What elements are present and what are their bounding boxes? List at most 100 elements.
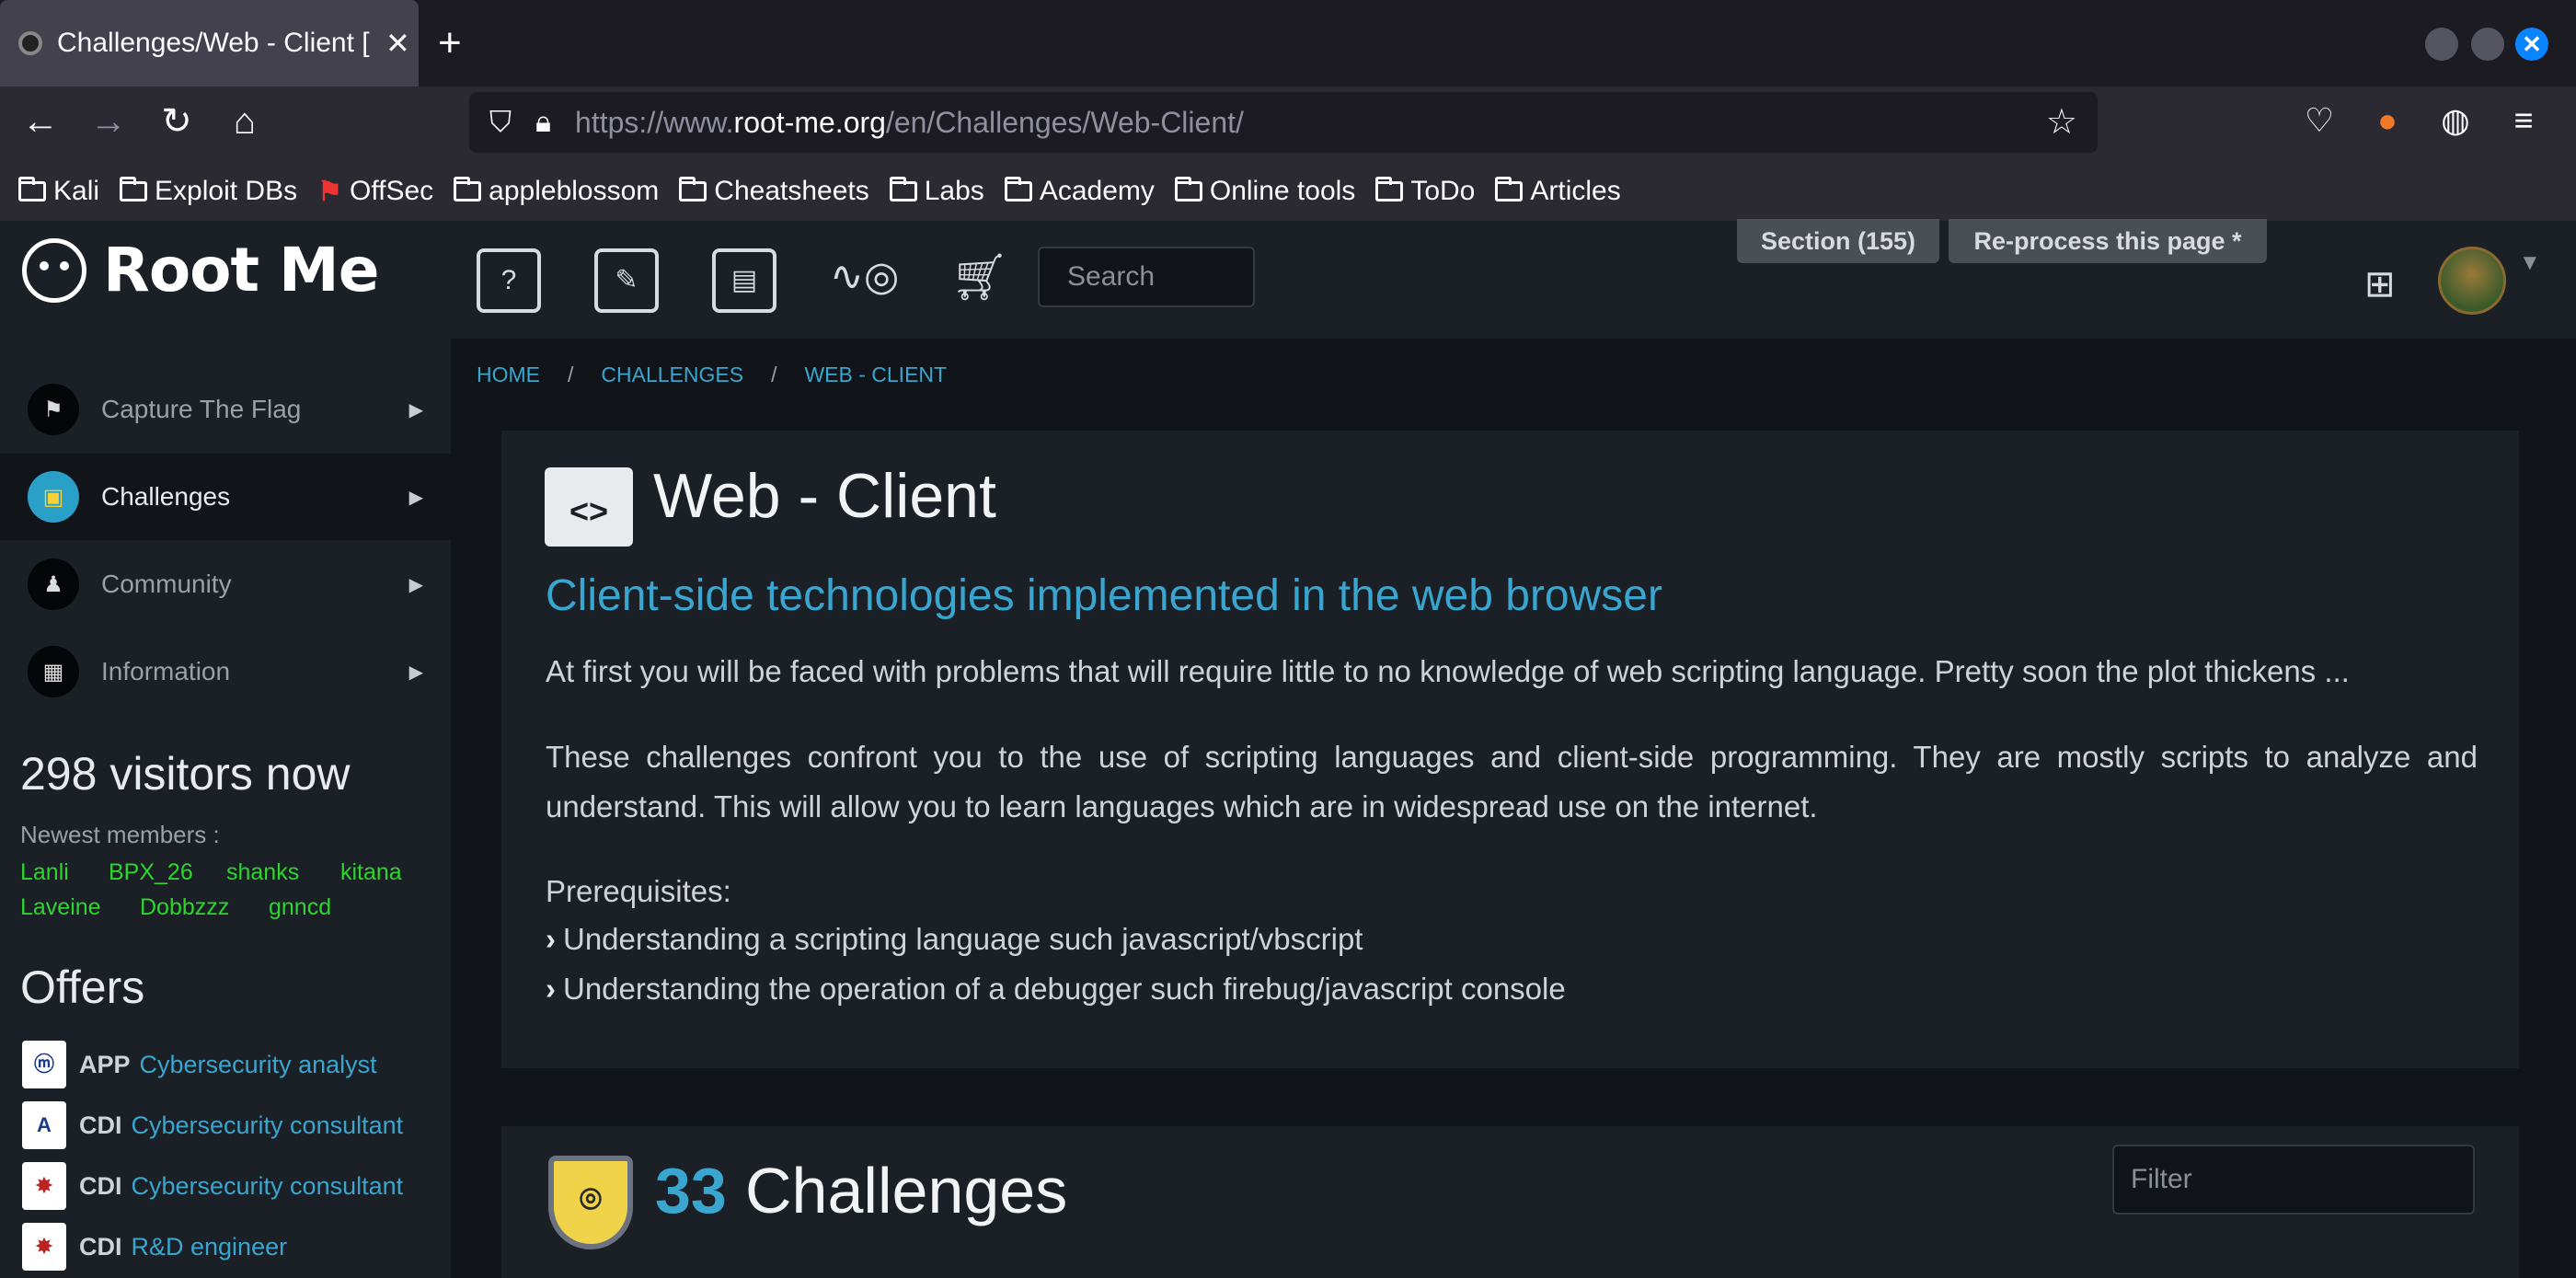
sidebar-item-community[interactable]: ♟ Community ▶ — [0, 541, 451, 627]
member-link[interactable]: shanks — [226, 859, 299, 886]
offers-title: Offers — [20, 961, 145, 1013]
back-icon[interactable]: ← — [13, 92, 68, 151]
tools-nav-icon[interactable]: ✎ — [594, 248, 659, 313]
intro-paragraph: At first you will be faced with problems… — [546, 654, 2350, 688]
activity-nav-icon[interactable]: ∿◎ — [830, 248, 899, 313]
challenge-icon: ▣ — [28, 471, 79, 523]
info-book-icon: ▦ — [28, 646, 79, 697]
language-flag-icon[interactable]: ⊞ — [2364, 263, 2396, 305]
cookie-icon[interactable]: ◍ — [2432, 101, 2478, 140]
menu-icon[interactable]: ≡ — [2501, 101, 2547, 140]
skull-logo-icon — [22, 237, 86, 303]
tab-title: Challenges/Web - Client [ — [57, 28, 370, 58]
shield-icon[interactable]: ⛉ — [489, 105, 512, 140]
offer-item[interactable]: A CDI Cybersecurity consultant — [22, 1100, 403, 1150]
folder-icon — [1004, 177, 1032, 201]
lock-icon[interactable]: 🔒︎ — [535, 105, 551, 140]
shop-cart-icon[interactable]: 🛒︎ — [948, 248, 1012, 313]
bookmarks-bar: Kali Exploit DBs ⚑ OffSec appleblossom Ch… — [0, 166, 1641, 217]
member-link[interactable]: BPX_26 — [109, 859, 193, 886]
offer-item[interactable]: ✸ CDI R&D engineer — [22, 1222, 287, 1272]
site-logo[interactable]: Root Me — [22, 235, 379, 305]
bookmark-item[interactable]: Cheatsheets — [679, 176, 869, 207]
extension-fox-icon[interactable]: ● — [2364, 101, 2410, 140]
chevron-right-icon: ▶ — [408, 662, 423, 683]
member-link[interactable]: kitana — [340, 859, 402, 886]
challenge-count: 33 — [655, 1155, 727, 1226]
chevron-right-icon: › — [546, 972, 556, 1006]
home-icon[interactable]: ⌂ — [217, 92, 272, 151]
reprocess-button[interactable]: Re-process this page * — [1949, 219, 2267, 263]
folder-icon — [18, 177, 46, 201]
sidebar-item-ctf[interactable]: ⚑ Capture The Flag ▶ — [0, 366, 451, 453]
prerequisite-item: › Understanding a scripting language such… — [546, 922, 1363, 956]
offsec-icon: ⚑ — [317, 176, 342, 207]
chevron-down-icon[interactable]: ▼ — [2519, 250, 2541, 276]
member-link[interactable]: gnncd — [269, 894, 331, 921]
bookmark-item[interactable]: Labs — [889, 176, 984, 207]
sidebar-item-information[interactable]: ▦ Information ▶ — [0, 628, 451, 715]
section-button[interactable]: Section (155) — [1737, 219, 1939, 263]
prerequisites-label: Prerequisites: — [546, 874, 731, 908]
visitors-count: 298 visitors now — [20, 748, 351, 800]
bookmark-item[interactable]: Articles — [1495, 176, 1621, 207]
pocket-icon[interactable]: ♡ — [2296, 101, 2342, 140]
member-link[interactable]: Laveine — [20, 894, 101, 921]
company-logo-icon: ✸ — [22, 1162, 66, 1210]
member-link[interactable]: Dobbzzz — [140, 894, 229, 921]
breadcrumb-challenges[interactable]: CHALLENGES — [601, 363, 743, 387]
bookmark-item[interactable]: appleblossom — [454, 176, 659, 207]
bookmark-item[interactable]: Academy — [1004, 176, 1155, 207]
folder-icon — [120, 177, 148, 201]
newest-members-label: Newest members : — [20, 821, 220, 848]
folder-icon — [1174, 177, 1202, 201]
browser-tab[interactable]: Challenges/Web - Client [ ✕ — [0, 0, 419, 86]
bookmark-item[interactable]: ToDo — [1375, 176, 1475, 207]
window-close-icon[interactable]: ✕ — [2515, 28, 2548, 61]
chevron-right-icon: ▶ — [408, 487, 423, 508]
site-favicon-icon — [18, 31, 42, 55]
bookmark-item[interactable]: Online tools — [1174, 176, 1355, 207]
sidebar-item-challenges[interactable]: ▣ Challenges ▶ — [0, 454, 451, 540]
forward-icon[interactable]: → — [81, 92, 136, 151]
breadcrumb: HOME / CHALLENGES / WEB - CLIENT — [477, 363, 948, 387]
folder-icon — [1375, 177, 1404, 201]
folder-icon — [454, 177, 482, 201]
challenges-heading: Challenges — [745, 1155, 1068, 1226]
company-logo-icon: A — [22, 1101, 66, 1149]
flag-icon: ⚑ — [28, 384, 79, 435]
docs-nav-icon[interactable]: ▤ — [712, 248, 776, 313]
url-text[interactable]: https://www.root-me.org/en/Challenges/We… — [575, 106, 1244, 140]
prerequisite-item: › Understanding the operation of a debugg… — [546, 972, 1566, 1006]
reload-icon[interactable]: ↻ — [149, 92, 204, 151]
community-icon: ♟ — [28, 558, 79, 610]
avatar[interactable] — [2438, 247, 2506, 315]
bookmark-item[interactable]: ⚑ OffSec — [317, 176, 433, 208]
company-logo-icon: ⓜ — [22, 1041, 66, 1088]
description-paragraph: These challenges confront you to the use… — [546, 740, 2478, 823]
bookmark-item[interactable]: Exploit DBs — [120, 176, 297, 207]
url-bar[interactable]: ⛉ 🔒︎ https://www.root-me.org/en/Challeng… — [469, 92, 2098, 153]
search-input[interactable]: Search — [1038, 247, 1255, 307]
folder-icon — [1495, 177, 1524, 201]
chevron-right-icon: ▶ — [408, 399, 423, 420]
chevron-right-icon: › — [546, 922, 556, 956]
offer-item[interactable]: ✸ CDI Cybersecurity consultant — [22, 1161, 403, 1211]
page-subtitle: Client-side technologies implemented in … — [546, 571, 1662, 620]
member-link[interactable]: Lanli — [20, 859, 69, 886]
page-title: Web - Client — [653, 461, 996, 531]
offer-item[interactable]: ⓜ APP Cybersecurity analyst — [22, 1040, 377, 1089]
bookmark-item[interactable]: Kali — [18, 176, 99, 207]
chevron-right-icon: ▶ — [408, 574, 423, 595]
bookmark-star-icon[interactable]: ☆ — [2046, 101, 2077, 143]
web-client-code-icon: <> — [545, 467, 633, 547]
tab-close-icon[interactable]: ✕ — [385, 26, 410, 61]
new-tab-icon[interactable]: + — [438, 20, 462, 66]
minimize-icon[interactable] — [2425, 28, 2458, 61]
folder-icon — [889, 177, 917, 201]
breadcrumb-home[interactable]: HOME — [477, 363, 540, 387]
faq-nav-icon[interactable]: ? — [477, 248, 541, 313]
maximize-icon[interactable] — [2471, 28, 2504, 61]
filter-input[interactable]: Filter — [2112, 1145, 2475, 1215]
breadcrumb-web-client[interactable]: WEB - CLIENT — [804, 363, 947, 387]
